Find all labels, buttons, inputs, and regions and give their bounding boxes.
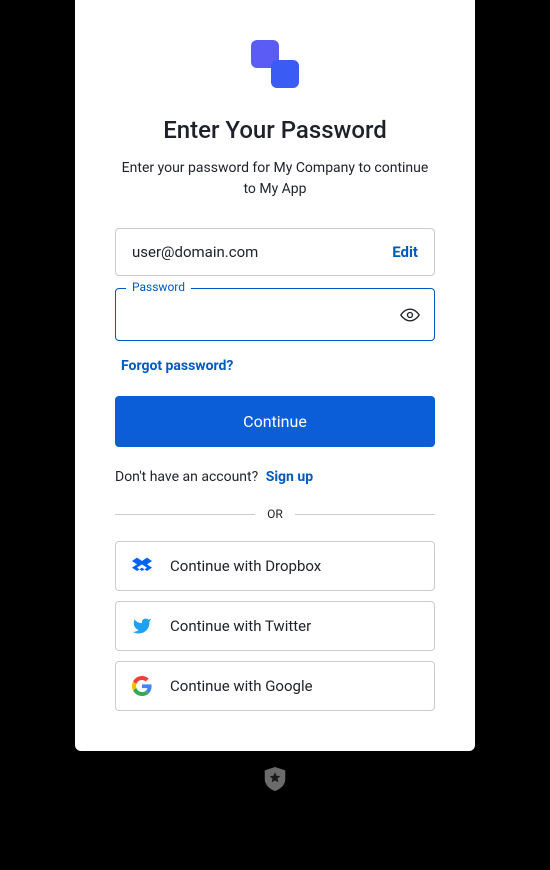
logo-icon <box>251 40 299 88</box>
continue-button[interactable]: Continue <box>115 396 435 447</box>
divider-line <box>295 514 435 515</box>
footer-badge <box>264 767 286 795</box>
password-field-wrap[interactable]: Password <box>115 288 435 341</box>
login-card: Enter Your Password Enter your password … <box>75 0 475 751</box>
auth-provider-icon <box>264 767 286 795</box>
continue-google-button[interactable]: Continue with Google <box>115 661 435 711</box>
edit-email-link[interactable]: Edit <box>392 243 418 261</box>
show-password-icon[interactable] <box>400 305 420 325</box>
password-input[interactable] <box>132 307 390 324</box>
logo <box>115 40 435 88</box>
continue-dropbox-button[interactable]: Continue with Dropbox <box>115 541 435 591</box>
email-display: user@domain.com Edit <box>115 228 435 276</box>
email-value: user@domain.com <box>132 243 258 261</box>
dropbox-icon <box>132 556 152 576</box>
divider-line <box>115 514 255 515</box>
divider: OR <box>115 507 435 521</box>
signup-prompt: Don't have an account? <box>115 469 258 485</box>
forgot-password-link[interactable]: Forgot password? <box>121 358 233 374</box>
divider-text: OR <box>267 507 283 521</box>
twitter-label: Continue with Twitter <box>170 617 311 635</box>
signup-link[interactable]: Sign up <box>266 469 313 485</box>
continue-twitter-button[interactable]: Continue with Twitter <box>115 601 435 651</box>
page-title: Enter Your Password <box>115 116 435 144</box>
twitter-icon <box>132 616 152 636</box>
google-icon <box>132 676 152 696</box>
dropbox-label: Continue with Dropbox <box>170 557 321 575</box>
page-subtitle: Enter your password for My Company to co… <box>115 158 435 200</box>
google-label: Continue with Google <box>170 677 313 695</box>
signup-row: Don't have an account? Sign up <box>115 469 435 485</box>
password-label: Password <box>126 280 191 294</box>
